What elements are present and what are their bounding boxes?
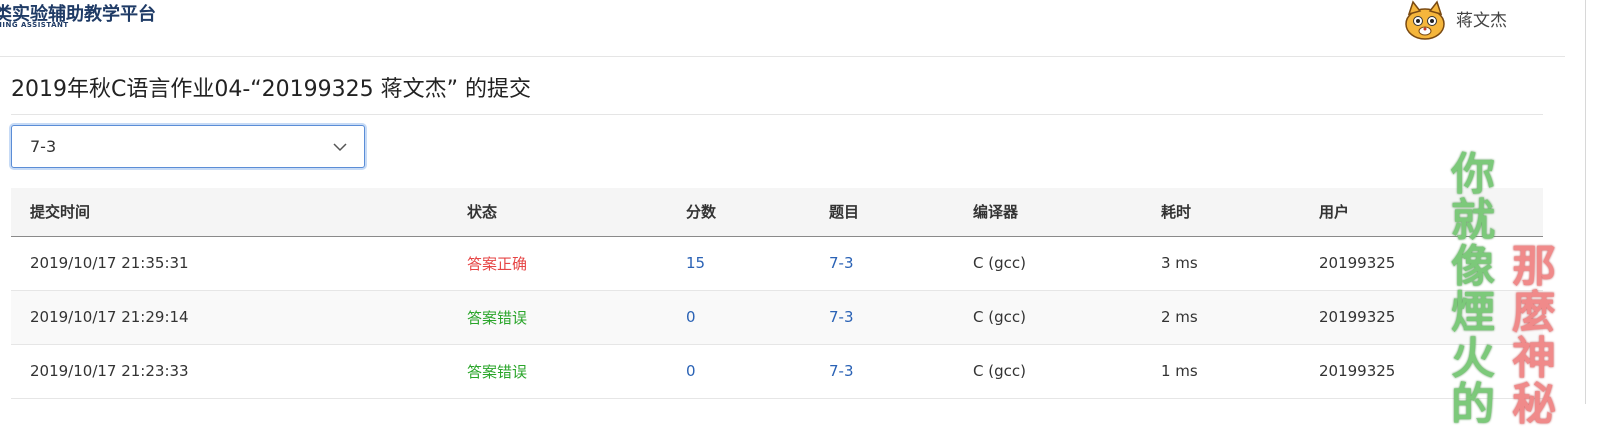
- cell-status[interactable]: 答案错误: [448, 290, 667, 345]
- top-header: 类实验辅助教学平台 HING ASSISTANT 蒋文杰: [0, 0, 1565, 57]
- cell-compiler: C (gcc): [954, 344, 1142, 399]
- page-title: 2019年秋C语言作业04-“20199325 蒋文杰” 的提交: [11, 77, 532, 102]
- cell-problem[interactable]: 7-3: [810, 344, 954, 399]
- header-problem: 题目: [810, 188, 954, 237]
- cell-status[interactable]: 答案正确: [448, 236, 667, 291]
- table-row[interactable]: 2019/10/17 21:23:33 答案错误 0 7-3 C (gcc) 1…: [11, 344, 1543, 399]
- header-score: 分数: [667, 188, 810, 237]
- cell-score[interactable]: 0: [667, 344, 810, 399]
- cat-avatar-icon[interactable]: [1403, 0, 1447, 40]
- problem-select[interactable]: 7-3: [11, 125, 365, 168]
- overlay-green-text: 你就像煙火的: [1451, 149, 1495, 430]
- header-status: 状态: [448, 188, 667, 237]
- problem-select-value: 7-3: [30, 137, 57, 156]
- cell-problem[interactable]: 7-3: [810, 236, 954, 291]
- cell-score[interactable]: 15: [667, 236, 810, 291]
- table-header-row: 提交时间 状态 分数 题目 编译器 耗时 用户: [11, 188, 1543, 237]
- username[interactable]: 蒋文杰: [1456, 6, 1507, 31]
- cell-compiler: C (gcc): [954, 236, 1142, 291]
- cell-problem[interactable]: 7-3: [810, 290, 954, 345]
- header-user: 用户: [1300, 188, 1543, 237]
- platform-logo-subtitle: HING ASSISTANT: [0, 21, 69, 29]
- cell-user: 20199325: [1300, 290, 1543, 345]
- cell-duration: 3 ms: [1142, 236, 1300, 291]
- cell-status[interactable]: 答案错误: [448, 344, 667, 399]
- header-duration: 耗时: [1142, 188, 1300, 237]
- header-compiler: 编译器: [954, 188, 1142, 237]
- cell-score[interactable]: 0: [667, 290, 810, 345]
- title-divider: [11, 114, 1543, 115]
- submissions-table: 提交时间 状态 分数 题目 编译器 耗时 用户 2019/10/17 21:35…: [11, 188, 1543, 399]
- cell-user: 20199325: [1300, 344, 1543, 399]
- cell-time: 2019/10/17 21:35:31: [11, 236, 448, 291]
- header-submit-time: 提交时间: [11, 188, 448, 237]
- table-row[interactable]: 2019/10/17 21:29:14 答案错误 0 7-3 C (gcc) 2…: [11, 290, 1543, 345]
- scrollbar-track[interactable]: [1585, 0, 1586, 404]
- vertical-scrollbar[interactable]: [1565, 0, 1607, 404]
- cell-user: 20199325: [1300, 236, 1543, 291]
- cell-duration: 1 ms: [1142, 344, 1300, 399]
- cell-duration: 2 ms: [1142, 290, 1300, 345]
- overlay-red-text: 那麼神秘: [1512, 241, 1556, 430]
- table-row[interactable]: 2019/10/17 21:35:31 答案正确 15 7-3 C (gcc) …: [11, 236, 1543, 291]
- cell-time: 2019/10/17 21:29:14: [11, 290, 448, 345]
- cell-compiler: C (gcc): [954, 290, 1142, 345]
- cell-time: 2019/10/17 21:23:33: [11, 344, 448, 399]
- chevron-down-icon: [332, 139, 348, 155]
